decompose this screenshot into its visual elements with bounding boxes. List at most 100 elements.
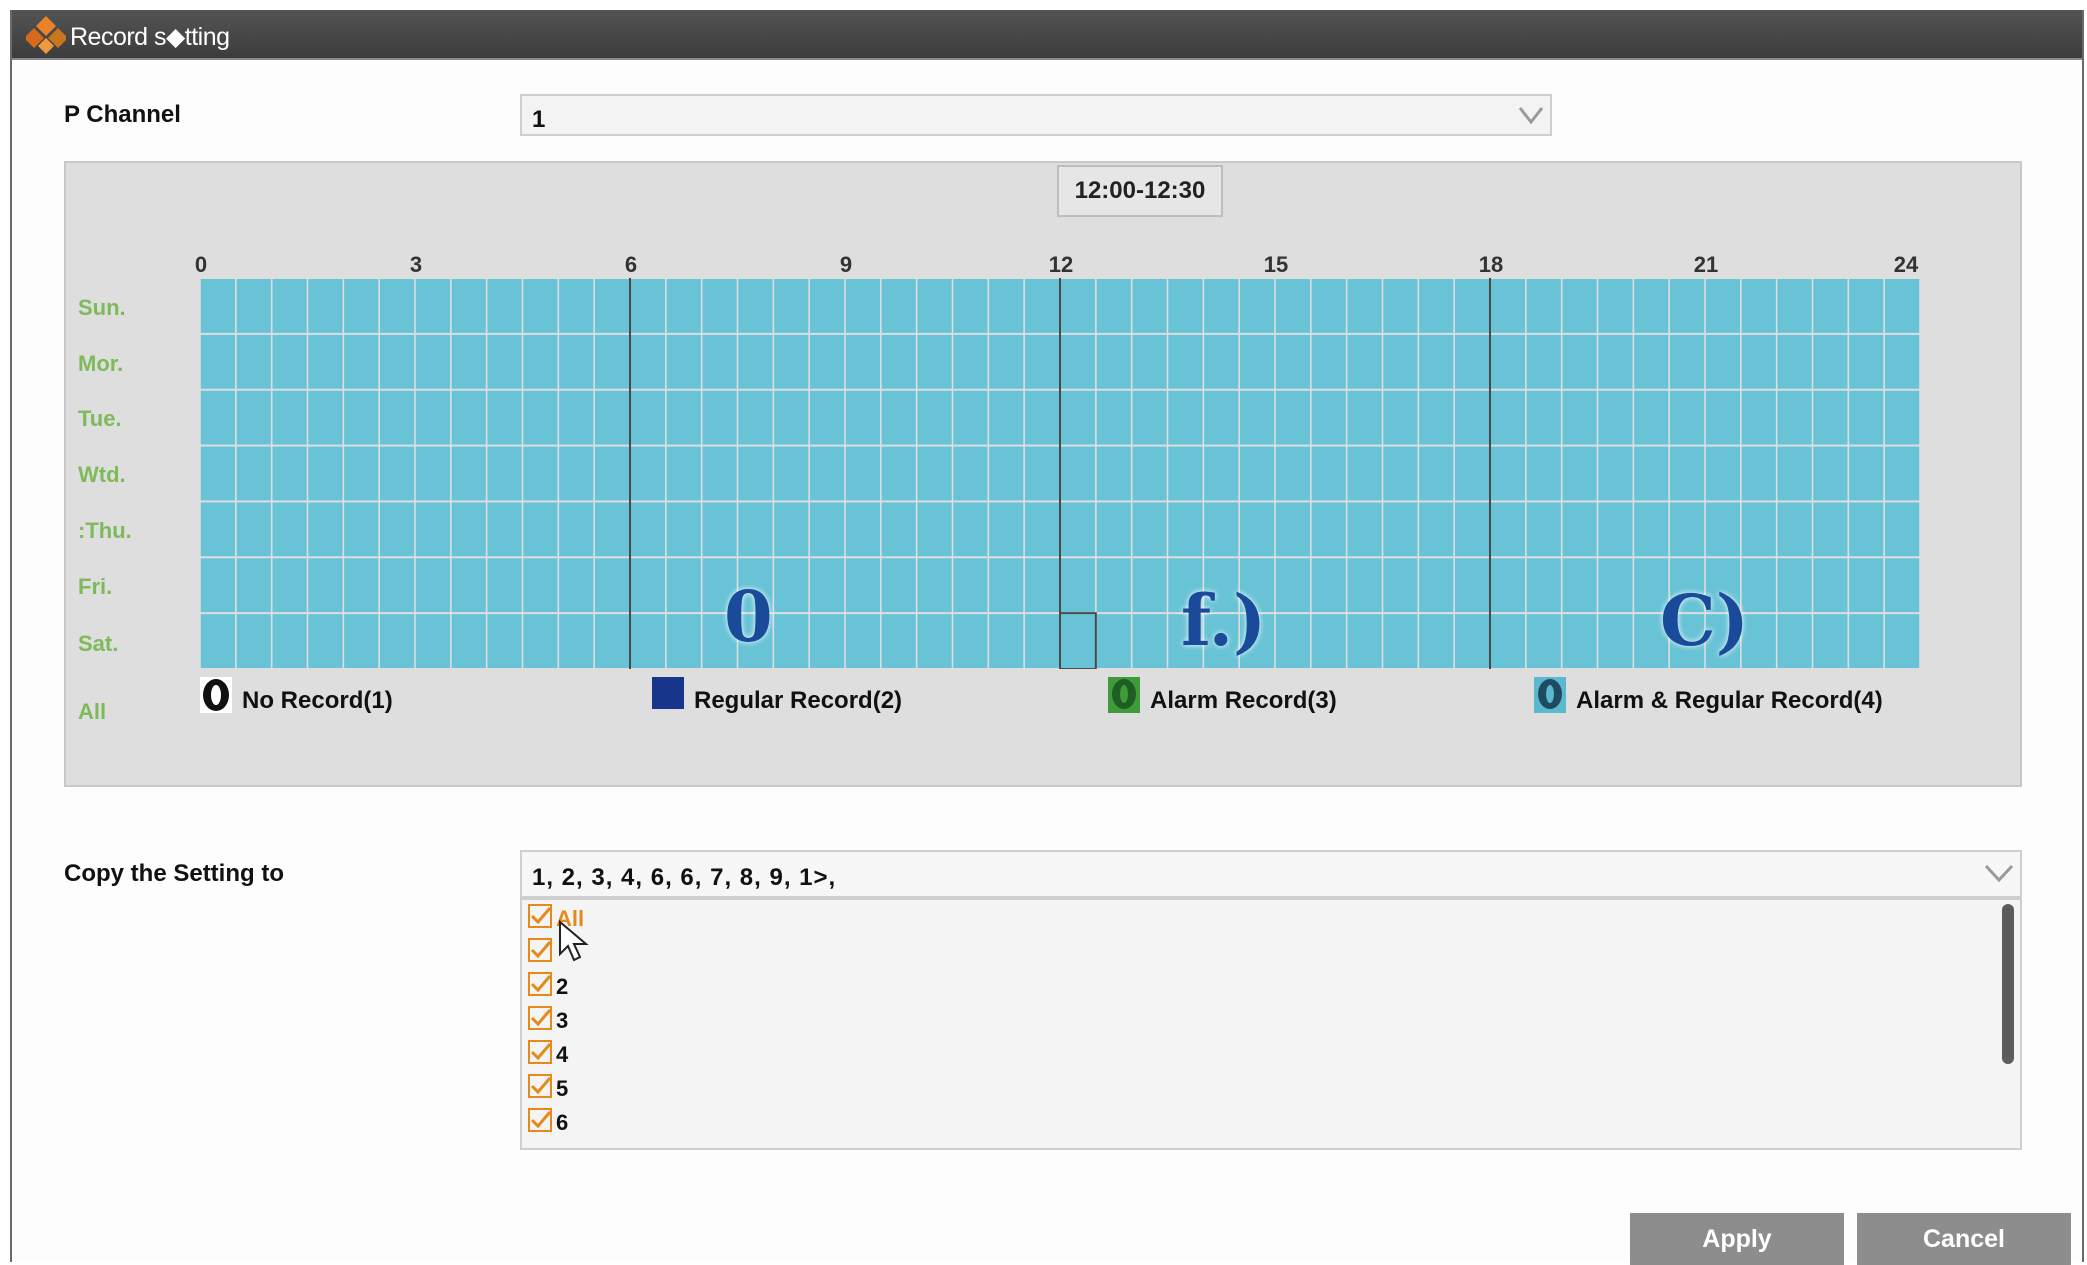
schedule-cell[interactable] — [1490, 614, 1526, 668]
schedule-cell[interactable] — [1347, 390, 1382, 445]
schedule-cell[interactable] — [523, 279, 558, 333]
schedule-cell[interactable] — [881, 279, 916, 333]
schedule-cell[interactable] — [1705, 502, 1741, 557]
schedule-cell[interactable] — [272, 390, 307, 445]
schedule-cell[interactable] — [415, 446, 451, 501]
cancel-button[interactable]: Cancel — [1857, 1213, 2071, 1265]
schedule-cell[interactable] — [953, 558, 988, 613]
schedule-cell[interactable] — [1311, 558, 1346, 613]
schedule-cell[interactable] — [1741, 446, 1776, 501]
schedule-cell[interactable] — [379, 502, 415, 557]
checkbox-checked-icon[interactable] — [528, 904, 552, 928]
schedule-cell[interactable] — [1060, 334, 1096, 389]
schedule-cell[interactable] — [1705, 390, 1741, 445]
schedule-cell[interactable] — [1705, 446, 1741, 501]
schedule-cell[interactable] — [594, 614, 630, 668]
schedule-cell[interactable] — [1562, 614, 1597, 668]
schedule-cell[interactable] — [1813, 558, 1848, 613]
schedule-cell[interactable] — [702, 334, 737, 389]
schedule-cell[interactable] — [594, 334, 630, 389]
select-all-days[interactable]: All — [78, 699, 106, 725]
day-label-sat[interactable]: Sat. — [78, 631, 118, 657]
schedule-cell[interactable] — [953, 614, 988, 668]
schedule-cell[interactable] — [1275, 279, 1311, 333]
schedule-cell[interactable] — [953, 334, 988, 389]
schedule-cell[interactable] — [1060, 502, 1096, 557]
schedule-cell[interactable] — [1132, 614, 1167, 668]
schedule-cell[interactable] — [1204, 390, 1239, 445]
schedule-cell[interactable] — [1813, 279, 1848, 333]
schedule-cell[interactable] — [1060, 558, 1096, 613]
schedule-cell[interactable] — [774, 390, 809, 445]
schedule-cell[interactable] — [344, 279, 379, 333]
schedule-cell[interactable] — [1347, 334, 1382, 389]
schedule-cell[interactable] — [1669, 446, 1705, 501]
schedule-cell[interactable] — [1060, 279, 1096, 333]
schedule-cell[interactable] — [630, 502, 666, 557]
schedule-cell[interactable] — [1884, 390, 1920, 445]
schedule-cell[interactable] — [1705, 334, 1741, 389]
checkbox-checked-icon[interactable] — [528, 1108, 552, 1132]
schedule-cell[interactable] — [379, 390, 415, 445]
schedule-cell[interactable] — [415, 279, 451, 333]
schedule-cell[interactable] — [487, 279, 522, 333]
schedule-cell[interactable] — [1562, 502, 1597, 557]
schedule-cell[interactable] — [200, 390, 236, 445]
schedule-cell[interactable] — [1383, 279, 1418, 333]
schedule-cell[interactable] — [1741, 279, 1776, 333]
schedule-cell[interactable] — [1598, 334, 1633, 389]
schedule-cell[interactable] — [487, 334, 522, 389]
schedule-cell[interactable] — [1024, 558, 1060, 613]
schedule-cell[interactable] — [451, 390, 486, 445]
schedule-cell[interactable] — [845, 558, 881, 613]
schedule-cell[interactable] — [666, 334, 701, 389]
schedule-cell[interactable] — [200, 446, 236, 501]
schedule-cell[interactable] — [666, 279, 701, 333]
schedule-cell[interactable] — [845, 502, 881, 557]
schedule-cell[interactable] — [666, 390, 701, 445]
day-label-tue[interactable]: Tue. — [78, 406, 122, 432]
schedule-cell[interactable] — [1239, 390, 1275, 445]
schedule-cell[interactable] — [1849, 334, 1884, 389]
schedule-cell[interactable] — [379, 279, 415, 333]
schedule-cell[interactable] — [1347, 279, 1382, 333]
schedule-cell[interactable] — [1383, 614, 1418, 668]
schedule-cell[interactable] — [1634, 334, 1669, 389]
schedule-cell[interactable] — [881, 502, 916, 557]
schedule-cell[interactable] — [1419, 558, 1454, 613]
schedule-cell[interactable] — [1562, 446, 1597, 501]
schedule-cell[interactable] — [415, 558, 451, 613]
schedule-cell[interactable] — [666, 502, 701, 557]
schedule-cell[interactable] — [1669, 390, 1705, 445]
schedule-cell[interactable] — [989, 334, 1024, 389]
schedule-cell[interactable] — [1419, 390, 1454, 445]
schedule-cell[interactable] — [1239, 279, 1275, 333]
schedule-cell[interactable] — [774, 502, 809, 557]
ip-channel-select[interactable]: 1 — [520, 94, 1552, 136]
schedule-cell[interactable] — [1311, 502, 1346, 557]
schedule-cell[interactable] — [917, 390, 952, 445]
schedule-cell[interactable] — [1777, 279, 1812, 333]
schedule-cell[interactable] — [1311, 334, 1346, 389]
schedule-cell[interactable] — [989, 502, 1024, 557]
schedule-cell[interactable] — [1060, 614, 1096, 668]
schedule-cell[interactable] — [272, 279, 307, 333]
schedule-cell[interactable] — [1490, 558, 1526, 613]
schedule-cell[interactable] — [1813, 334, 1848, 389]
schedule-cell[interactable] — [1884, 502, 1920, 557]
schedule-cell[interactable] — [1096, 558, 1131, 613]
schedule-cell[interactable] — [308, 390, 343, 445]
schedule-cell[interactable] — [1741, 502, 1776, 557]
schedule-cell[interactable] — [1311, 446, 1346, 501]
schedule-cell[interactable] — [594, 502, 630, 557]
day-label-thu[interactable]: :Thu. — [78, 518, 132, 544]
schedule-cell[interactable] — [1884, 558, 1920, 613]
schedule-cell[interactable] — [630, 558, 666, 613]
schedule-cell[interactable] — [1526, 279, 1561, 333]
schedule-cell[interactable] — [200, 614, 236, 668]
checkbox-checked-icon[interactable] — [528, 972, 552, 996]
schedule-cell[interactable] — [917, 279, 952, 333]
schedule-cell[interactable] — [1884, 446, 1920, 501]
schedule-cell[interactable] — [1562, 334, 1597, 389]
schedule-cell[interactable] — [881, 558, 916, 613]
